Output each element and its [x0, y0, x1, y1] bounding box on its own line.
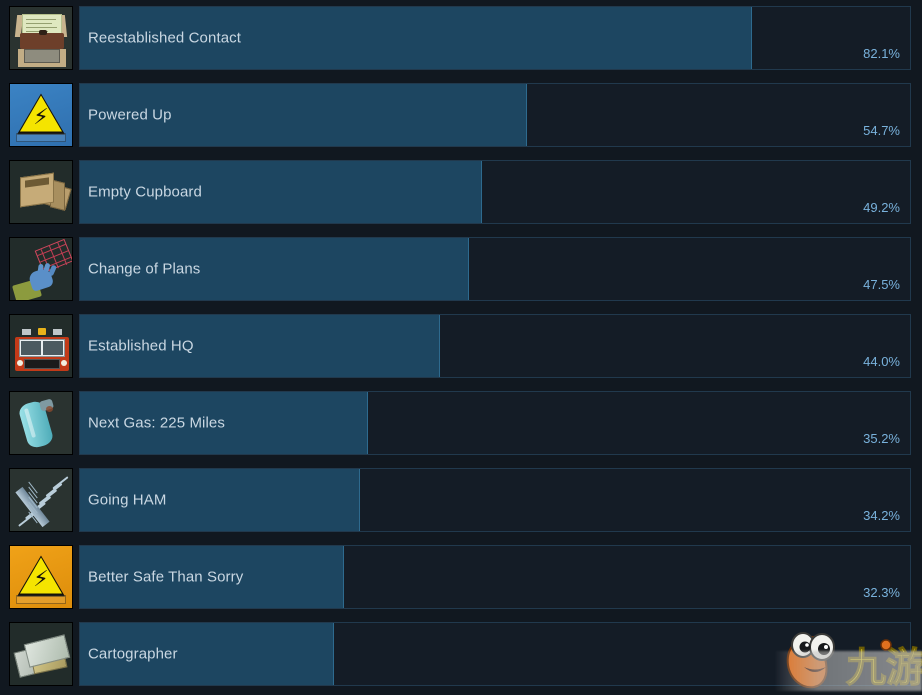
- achievement-name: Change of Plans: [88, 260, 201, 278]
- achievement-progress-bar: Change of Plans 47.5%: [79, 237, 911, 301]
- gloved-hand-blueprint-icon[interactable]: [9, 237, 73, 301]
- achievement-row[interactable]: Cartographer: [0, 616, 922, 693]
- achievement-progress-bar: Powered Up 54.7%: [79, 83, 911, 147]
- achievement-percent: 49.2%: [863, 200, 900, 215]
- achievement-percent: 34.2%: [863, 508, 900, 523]
- achievement-percent: 54.7%: [863, 123, 900, 138]
- achievement-name: Cartographer: [88, 645, 178, 663]
- orange-electrical-hazard-icon[interactable]: ⚡: [9, 545, 73, 609]
- achievement-row[interactable]: Empty Cupboard 49.2%: [0, 154, 922, 231]
- achievement-name: Better Safe Than Sorry: [88, 568, 244, 586]
- achievement-name: Going HAM: [88, 491, 167, 509]
- achievement-percent: 47.5%: [863, 277, 900, 292]
- achievement-percent: 35.2%: [863, 431, 900, 446]
- radio-antenna-icon[interactable]: [9, 468, 73, 532]
- achievement-progress-bar: Established HQ 44.0%: [79, 314, 911, 378]
- achievement-percent: 82.1%: [863, 46, 900, 61]
- achievement-row[interactable]: Change of Plans 47.5%: [0, 231, 922, 308]
- folded-maps-icon[interactable]: [9, 622, 73, 686]
- achievements-page: Reestablished Contact 82.1% ⚡ Powered Up 54.…: [0, 0, 922, 695]
- achievement-name: Established HQ: [88, 337, 194, 355]
- achievement-name: Empty Cupboard: [88, 183, 202, 201]
- gas-canister-icon[interactable]: [9, 391, 73, 455]
- achievement-row[interactable]: Going HAM 34.2%: [0, 462, 922, 539]
- open-wooden-crate-icon[interactable]: [9, 160, 73, 224]
- achievement-progress-bar: Empty Cupboard 49.2%: [79, 160, 911, 224]
- achievement-progress-bar: Next Gas: 225 Miles 35.2%: [79, 391, 911, 455]
- achievement-row[interactable]: Established HQ 44.0%: [0, 308, 922, 385]
- achievement-row[interactable]: Reestablished Contact 82.1%: [0, 0, 922, 77]
- achievement-name: Next Gas: 225 Miles: [88, 414, 225, 432]
- achievement-row[interactable]: Next Gas: 225 Miles 35.2%: [0, 385, 922, 462]
- achievement-percent: 32.3%: [863, 585, 900, 600]
- red-fire-truck-icon[interactable]: [9, 314, 73, 378]
- achievement-progress-bar: Cartographer: [79, 622, 911, 686]
- achievement-row[interactable]: ⚡ Powered Up 54.7%: [0, 77, 922, 154]
- achievement-progress-bar: Going HAM 34.2%: [79, 468, 911, 532]
- achievement-progress-bar: Reestablished Contact 82.1%: [79, 6, 911, 70]
- blue-electrical-hazard-icon[interactable]: ⚡: [9, 83, 73, 147]
- achievement-list: Reestablished Contact 82.1% ⚡ Powered Up 54.…: [0, 0, 922, 693]
- achievement-percent: 44.0%: [863, 354, 900, 369]
- achievement-progress-bar: Better Safe Than Sorry 32.3%: [79, 545, 911, 609]
- achievement-name: Powered Up: [88, 106, 172, 124]
- achievement-row[interactable]: ⚡ Better Safe Than Sorry 32.3%: [0, 539, 922, 616]
- achievement-name: Reestablished Contact: [88, 29, 242, 47]
- typewriter-radio-icon[interactable]: [9, 6, 73, 70]
